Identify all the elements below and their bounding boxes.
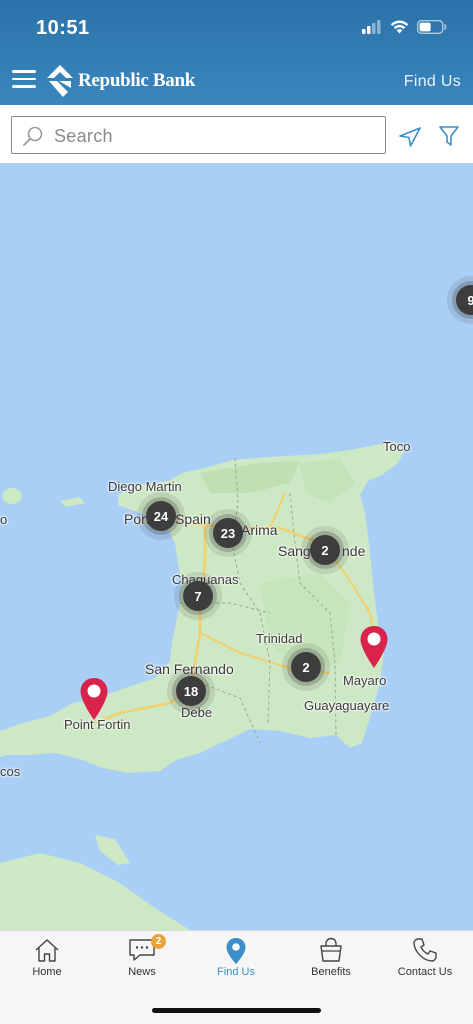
place-label-arima: Arima <box>241 522 278 538</box>
signal-icon <box>362 20 381 34</box>
hamburger-menu-icon[interactable] <box>12 70 36 90</box>
nav-bar: Republic Bank Find Us <box>0 56 473 105</box>
tab-label: Home <box>32 966 62 978</box>
filter-icon[interactable] <box>438 125 460 147</box>
tab-label: Find Us <box>217 966 255 978</box>
branch-location-pin-icon[interactable] <box>79 677 109 721</box>
republic-bank-logo-icon <box>47 65 73 97</box>
place-label-port-of-spain-right: Spain <box>175 511 211 527</box>
branch-cluster-marker[interactable]: 23 <box>213 518 243 548</box>
brand-name: Republic Bank <box>78 70 196 91</box>
branch-cluster-marker[interactable]: 24 <box>146 501 176 531</box>
place-label-sangre-right: nde <box>342 543 366 559</box>
shopping-bag-icon <box>320 937 342 962</box>
search-input[interactable] <box>52 121 376 151</box>
place-label-san-fernando: San Fernando <box>145 661 234 677</box>
tab-home[interactable]: Home <box>0 931 94 991</box>
map-view[interactable]: Toco Diego Martin Port Spain Arima Sangr… <box>0 163 473 930</box>
search-icon <box>23 126 43 146</box>
status-time: 10:51 <box>36 17 90 39</box>
branch-cluster-marker[interactable]: 2 <box>291 652 321 682</box>
search-box[interactable] <box>11 116 386 154</box>
tab-label: Contact Us <box>397 966 453 978</box>
status-icons <box>362 20 447 34</box>
news-badge: 2 <box>151 934 166 949</box>
map-land <box>0 289 473 930</box>
status-bar: 10:51 <box>0 0 473 56</box>
app-header: 10:51 Republic Bank Find Us <box>0 0 473 105</box>
location-pin-icon <box>226 938 246 964</box>
find-us-title: Find Us <box>403 73 461 90</box>
place-label-cedros-partial: cos <box>0 764 21 779</box>
tab-news[interactable]: 2 News <box>95 931 189 991</box>
phone-icon <box>413 938 437 962</box>
place-label-left-partial: o <box>0 512 8 527</box>
navigation-arrow-icon[interactable] <box>398 126 422 148</box>
place-label-diego-martin: Diego Martin <box>108 479 182 494</box>
branch-location-pin-icon[interactable] <box>359 625 389 669</box>
place-label-toco: Toco <box>383 439 411 454</box>
battery-icon <box>417 20 447 34</box>
tab-benefits[interactable]: Benefits <box>284 931 378 991</box>
branch-cluster-marker[interactable]: 18 <box>176 676 206 706</box>
tab-contact-us[interactable]: Contact Us <box>378 931 472 991</box>
search-bar <box>0 105 473 163</box>
place-label-trinidad: Trinidad <box>256 631 303 646</box>
branch-cluster-marker[interactable]: 7 <box>183 581 213 611</box>
tab-label: Benefits <box>311 966 351 978</box>
home-icon <box>35 939 59 962</box>
place-label-mayaro: Mayaro <box>343 673 387 688</box>
tab-label: News <box>128 966 156 978</box>
place-label-guayaguayare: Guayaguayare <box>304 698 390 713</box>
home-indicator <box>152 1008 321 1013</box>
wifi-icon <box>390 20 409 34</box>
branch-cluster-marker[interactable]: 2 <box>310 535 340 565</box>
brand-logo: Republic Bank <box>46 64 195 98</box>
tab-find-us[interactable]: Find Us <box>189 931 283 991</box>
place-label-debe: Debe <box>181 705 213 720</box>
